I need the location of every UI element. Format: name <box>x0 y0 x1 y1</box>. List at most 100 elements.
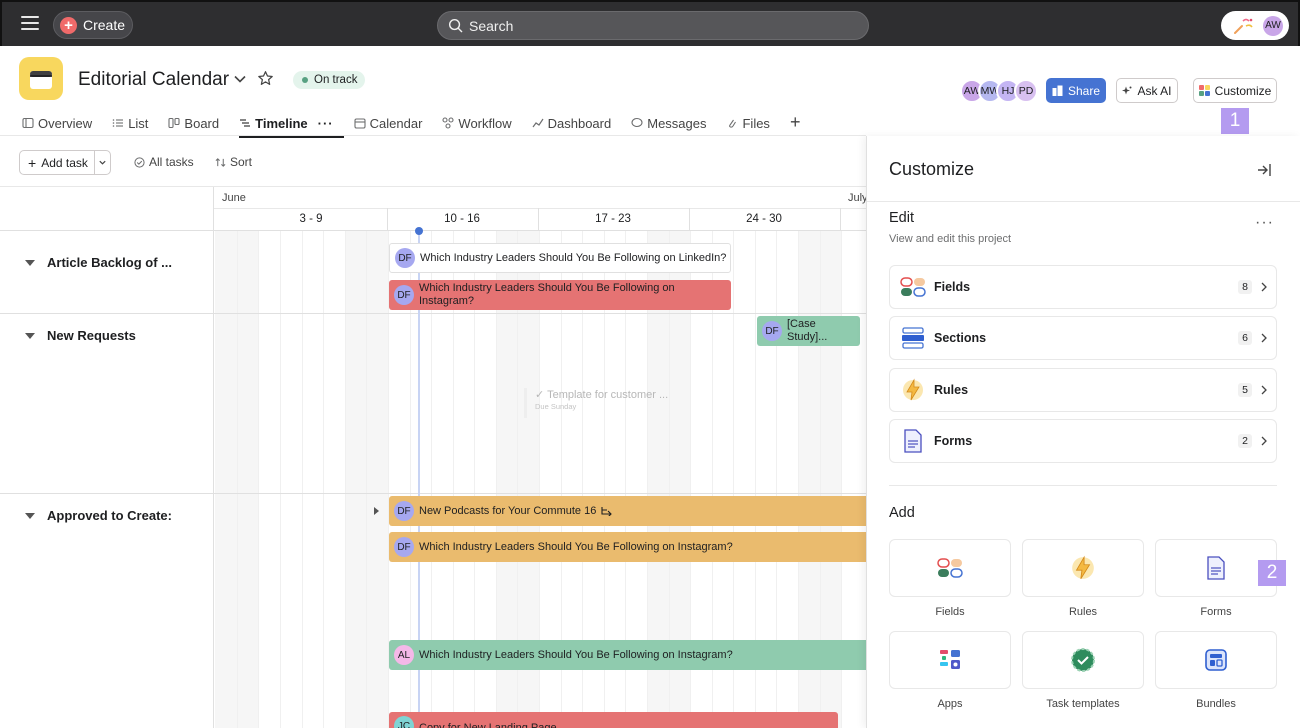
chevron-down-icon <box>99 160 106 165</box>
add-task-templates-card[interactable] <box>1022 631 1144 689</box>
add-apps-card[interactable] <box>889 631 1011 689</box>
section-header[interactable]: Article Backlog of ... <box>25 255 172 270</box>
section-divider <box>0 313 866 314</box>
user-menu[interactable]: AW <box>1221 11 1289 40</box>
ask-ai-label: Ask AI <box>1137 83 1172 98</box>
top-bar: + Create Search AW <box>0 0 1300 46</box>
tab-board[interactable]: Board <box>168 112 229 134</box>
dashboard-icon <box>532 117 544 129</box>
tab-files[interactable]: Files <box>726 112 779 134</box>
task-bar[interactable]: DF Which Industry Leaders Should You Be … <box>389 532 866 562</box>
create-button[interactable]: + Create <box>53 11 133 39</box>
divider <box>0 135 866 136</box>
collapse-icon[interactable] <box>25 512 35 519</box>
task-bar[interactable]: JC Copy for New Landing Page <box>389 712 838 728</box>
tab-calendar[interactable]: Calendar <box>354 112 433 134</box>
all-tasks-filter[interactable]: All tasks <box>134 155 194 169</box>
chevron-down-icon[interactable] <box>233 72 247 86</box>
tab-workflow[interactable]: Workflow <box>442 112 521 134</box>
search-input[interactable]: Search <box>437 11 869 40</box>
add-task-dropdown[interactable] <box>95 151 110 174</box>
assignee-avatar: DF <box>394 285 414 305</box>
edit-item-label: Forms <box>934 434 973 448</box>
task-templates-icon <box>1071 648 1095 672</box>
section-header[interactable]: Approved to Create: <box>25 508 172 523</box>
edit-item-sections[interactable]: Sections 6 <box>889 316 1277 360</box>
expand-subtasks-icon[interactable] <box>374 507 379 515</box>
assignee-avatar: DF <box>394 501 414 521</box>
add-task-button[interactable]: + Add task <box>19 150 111 175</box>
task-title: New Podcasts for Your Commute 16 <box>419 504 597 517</box>
collapse-icon[interactable] <box>25 332 35 339</box>
calendar-icon <box>354 117 366 129</box>
tab-timeline[interactable]: Timeline ··· <box>239 112 344 138</box>
add-task-main[interactable]: + Add task <box>20 151 95 174</box>
close-panel-icon[interactable] <box>1256 162 1272 178</box>
project-members[interactable]: AW MW HJ PD <box>960 79 1038 103</box>
customize-icon <box>1198 85 1210 96</box>
tab-dashboard[interactable]: Dashboard <box>532 112 622 134</box>
tab-overview[interactable]: Overview <box>22 112 102 134</box>
board-icon <box>168 117 180 129</box>
edit-item-rules[interactable]: Rules 5 <box>889 368 1277 412</box>
week-label: 24 - 30 <box>746 213 782 225</box>
tab-label: Dashboard <box>547 115 612 131</box>
assignee-avatar: JC <box>394 716 414 728</box>
task-bar[interactable]: DF [Case Study]... <box>757 316 860 346</box>
month-label: July <box>848 192 868 204</box>
task-title: Which Industry Leaders Should You Be Fol… <box>419 282 675 307</box>
tab-messages[interactable]: Messages <box>631 112 716 134</box>
step-marker-2: 2 <box>1258 560 1286 586</box>
section-divider <box>0 493 866 494</box>
task-bar[interactable]: AL Which Industry Leaders Should You Be … <box>389 640 866 670</box>
hamburger-menu-icon[interactable] <box>21 16 39 32</box>
edit-item-forms[interactable]: Forms 2 <box>889 419 1277 463</box>
assignee-avatar: DF <box>394 537 414 557</box>
task-title: [Case Study]... <box>787 318 828 343</box>
divider <box>889 485 1277 486</box>
task-bar[interactable]: DF Which Industry Leaders Should You Be … <box>389 243 731 273</box>
tab-more-icon[interactable]: ··· <box>318 116 334 131</box>
add-task-label: Add task <box>41 155 88 170</box>
star-icon[interactable] <box>257 70 274 87</box>
add-bundles-card[interactable] <box>1155 631 1277 689</box>
add-fields-card[interactable] <box>889 539 1011 597</box>
count-badge: 6 <box>1238 331 1252 345</box>
tab-label: Timeline <box>255 115 308 131</box>
sort-button[interactable]: Sort <box>215 155 252 169</box>
section-name: Approved to Create: <box>47 508 172 523</box>
sections-icon <box>900 325 926 351</box>
fields-icon <box>937 558 963 578</box>
add-tab-button[interactable]: + <box>790 112 801 136</box>
task-title: Which Industry Leaders Should You Be Fol… <box>419 540 733 553</box>
share-label: Share <box>1067 83 1101 98</box>
share-button[interactable]: Share <box>1046 78 1106 103</box>
add-card-label: Fields <box>935 606 965 618</box>
project-calendar-icon[interactable] <box>19 57 63 100</box>
project-tabs: Overview List Board Timeline ··· Calenda… <box>22 112 801 138</box>
section-header[interactable]: New Requests <box>25 328 136 343</box>
count-badge: 2 <box>1238 434 1252 448</box>
more-options-icon[interactable]: ··· <box>1255 214 1274 232</box>
apps-icon <box>940 650 960 669</box>
collapse-icon[interactable] <box>25 259 35 266</box>
member-avatar: PD <box>1014 79 1038 103</box>
forms-icon <box>1207 556 1225 580</box>
add-card-label: Task templates <box>1046 698 1120 710</box>
check-icon: ✓ <box>535 389 548 401</box>
assignee-avatar: DF <box>762 321 782 341</box>
customize-button[interactable]: Customize <box>1193 78 1277 103</box>
divider <box>867 201 1300 202</box>
status-badge[interactable]: On track <box>293 71 366 89</box>
edit-item-label: Fields <box>934 280 971 294</box>
task-bar[interactable]: DF New Podcasts for Your Commute 16 <box>389 496 866 526</box>
tab-label: Messages <box>647 115 707 131</box>
task-bar[interactable]: DF Which Industry Leaders Should You Be … <box>389 280 731 310</box>
edit-item-fields[interactable]: Fields 8 <box>889 265 1277 309</box>
add-rules-card[interactable] <box>1022 539 1144 597</box>
project-title[interactable]: Editorial Calendar <box>78 69 229 91</box>
ask-ai-button[interactable]: Ask AI <box>1116 78 1178 103</box>
tab-list[interactable]: List <box>112 112 158 134</box>
ghost-task[interactable]: ✓ Template for customer ... Due Sunday <box>524 388 674 418</box>
section-name: New Requests <box>47 328 136 343</box>
